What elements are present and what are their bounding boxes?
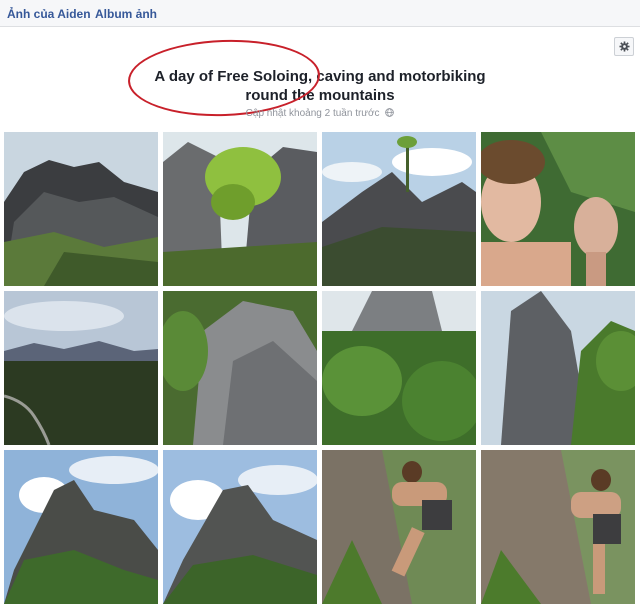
album-updated-meta: Cập nhật khoảng 2 tuần trước bbox=[200, 108, 440, 119]
photo-selfie-man[interactable] bbox=[481, 132, 635, 286]
photo-green-cliff[interactable] bbox=[322, 291, 476, 445]
photo-valley-road[interactable] bbox=[4, 291, 158, 445]
photo-hill-clouds-1[interactable] bbox=[4, 450, 158, 604]
photo-climber-1[interactable] bbox=[322, 450, 476, 604]
tab-photos-of-aiden[interactable]: Ảnh của Aiden bbox=[7, 7, 91, 21]
album-navbar: Ảnh của Aiden Album ảnh bbox=[0, 0, 640, 27]
album-title-line-1: A day of Free Soloing, caving and motorb… bbox=[154, 68, 486, 85]
tab-albums[interactable]: Album ảnh bbox=[95, 7, 157, 21]
photo-climber-2[interactable] bbox=[481, 450, 635, 604]
photo-summit-palm[interactable] bbox=[322, 132, 476, 286]
photo-limestone-wall[interactable] bbox=[481, 291, 635, 445]
album-title-line-2: round the mountains bbox=[245, 87, 395, 104]
photo-cliff-tree[interactable] bbox=[163, 132, 317, 286]
album-settings-button[interactable] bbox=[614, 37, 634, 56]
photo-rocky-peak[interactable] bbox=[4, 132, 158, 286]
photo-hill-clouds-2[interactable] bbox=[163, 450, 317, 604]
album-title: A day of Free Soloing, caving and motorb… bbox=[150, 67, 490, 105]
photo-rock-face[interactable] bbox=[163, 291, 317, 445]
gear-icon bbox=[618, 41, 630, 52]
globe-icon bbox=[385, 108, 395, 117]
photo-grid bbox=[4, 132, 636, 606]
album-updated-text: Cập nhật khoảng 2 tuần trước bbox=[245, 108, 380, 119]
